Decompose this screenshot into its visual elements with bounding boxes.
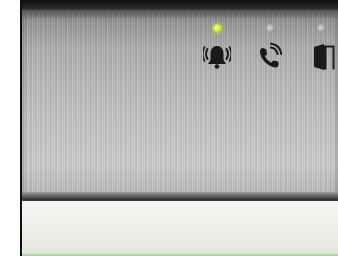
brushed-metal-panel xyxy=(22,12,338,192)
door-open-icon[interactable] xyxy=(310,42,338,72)
panel-bottom-bevel xyxy=(22,192,338,200)
alarm-status-led xyxy=(213,24,222,33)
top-frame xyxy=(22,0,338,12)
left-edge-bar xyxy=(0,0,22,256)
call-status-led xyxy=(266,24,275,33)
alarm-bell-icon[interactable] xyxy=(203,42,231,72)
door-status-led xyxy=(317,24,326,33)
phone-call-icon[interactable] xyxy=(256,42,284,72)
display-screen xyxy=(22,200,338,256)
intercom-panel xyxy=(0,0,338,256)
